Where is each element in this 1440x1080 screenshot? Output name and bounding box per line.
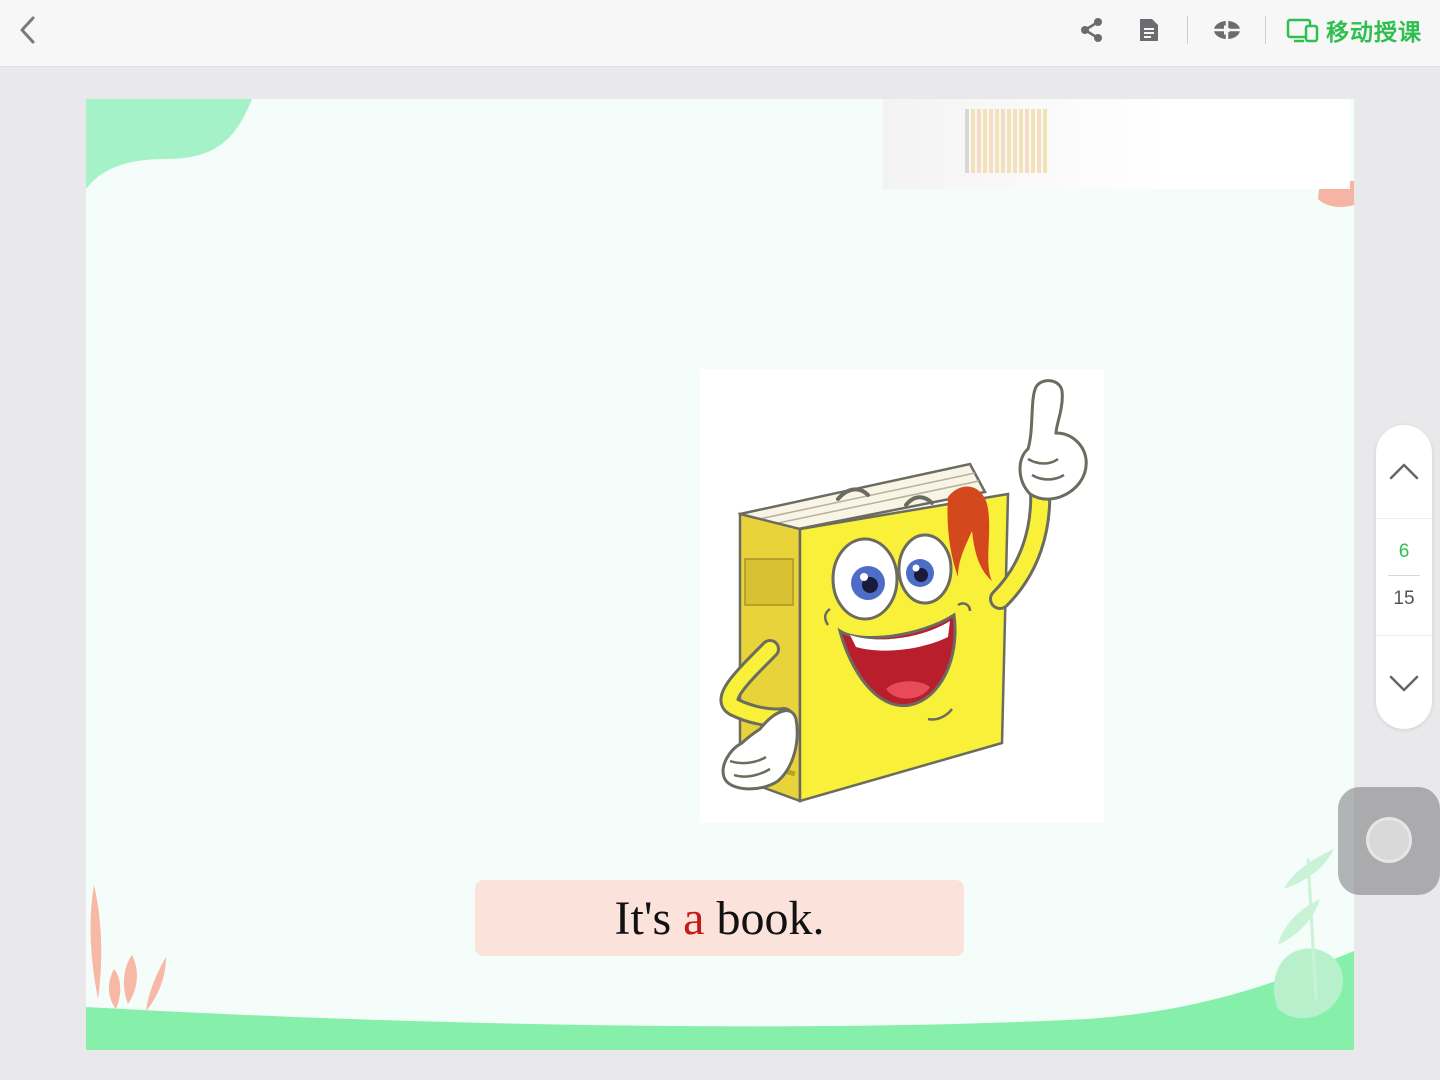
chevron-down-icon bbox=[1389, 675, 1419, 692]
pager-divider bbox=[1376, 635, 1432, 636]
caption-text-after: book. bbox=[704, 891, 825, 945]
share-button[interactable] bbox=[1072, 12, 1112, 48]
previous-page-button[interactable] bbox=[1376, 425, 1432, 517]
caption-highlight-word: a bbox=[683, 891, 705, 945]
slide-canvas: It's a book. bbox=[86, 99, 1354, 1050]
next-page-button[interactable] bbox=[1376, 637, 1432, 729]
back-button[interactable] bbox=[8, 10, 48, 50]
document-icon bbox=[1140, 19, 1158, 41]
share-icon bbox=[1081, 18, 1102, 42]
toolbar-divider bbox=[1265, 16, 1266, 44]
top-banner-image bbox=[883, 99, 1350, 189]
page-fraction-line bbox=[1388, 575, 1420, 576]
toolbar-divider bbox=[1187, 16, 1188, 44]
sentence-caption: It's a book. bbox=[475, 880, 964, 956]
total-pages-number: 15 bbox=[1393, 588, 1415, 609]
laser-pointer-icon bbox=[1214, 17, 1240, 43]
cartoon-book-icon bbox=[719, 379, 1088, 803]
chevron-up-icon bbox=[1389, 463, 1419, 480]
top-toolbar: 移动授课 bbox=[0, 0, 1440, 67]
current-page-number: 6 bbox=[1398, 541, 1410, 562]
assistive-touch-button[interactable] bbox=[1338, 787, 1440, 895]
caption-text-before: It's bbox=[614, 891, 684, 945]
pointer-button[interactable] bbox=[1207, 12, 1247, 48]
devices-icon bbox=[1286, 18, 1319, 43]
banner-stripes bbox=[965, 109, 1047, 173]
chevron-left-icon bbox=[20, 16, 35, 44]
page-navigator: 6 15 bbox=[1376, 425, 1432, 729]
mobile-teach-button[interactable]: 移动授课 bbox=[1286, 12, 1422, 48]
book-character-image bbox=[700, 369, 1104, 823]
document-button[interactable] bbox=[1129, 12, 1169, 48]
pager-divider bbox=[1376, 518, 1432, 519]
mobile-teach-label: 移动授课 bbox=[1326, 19, 1422, 45]
